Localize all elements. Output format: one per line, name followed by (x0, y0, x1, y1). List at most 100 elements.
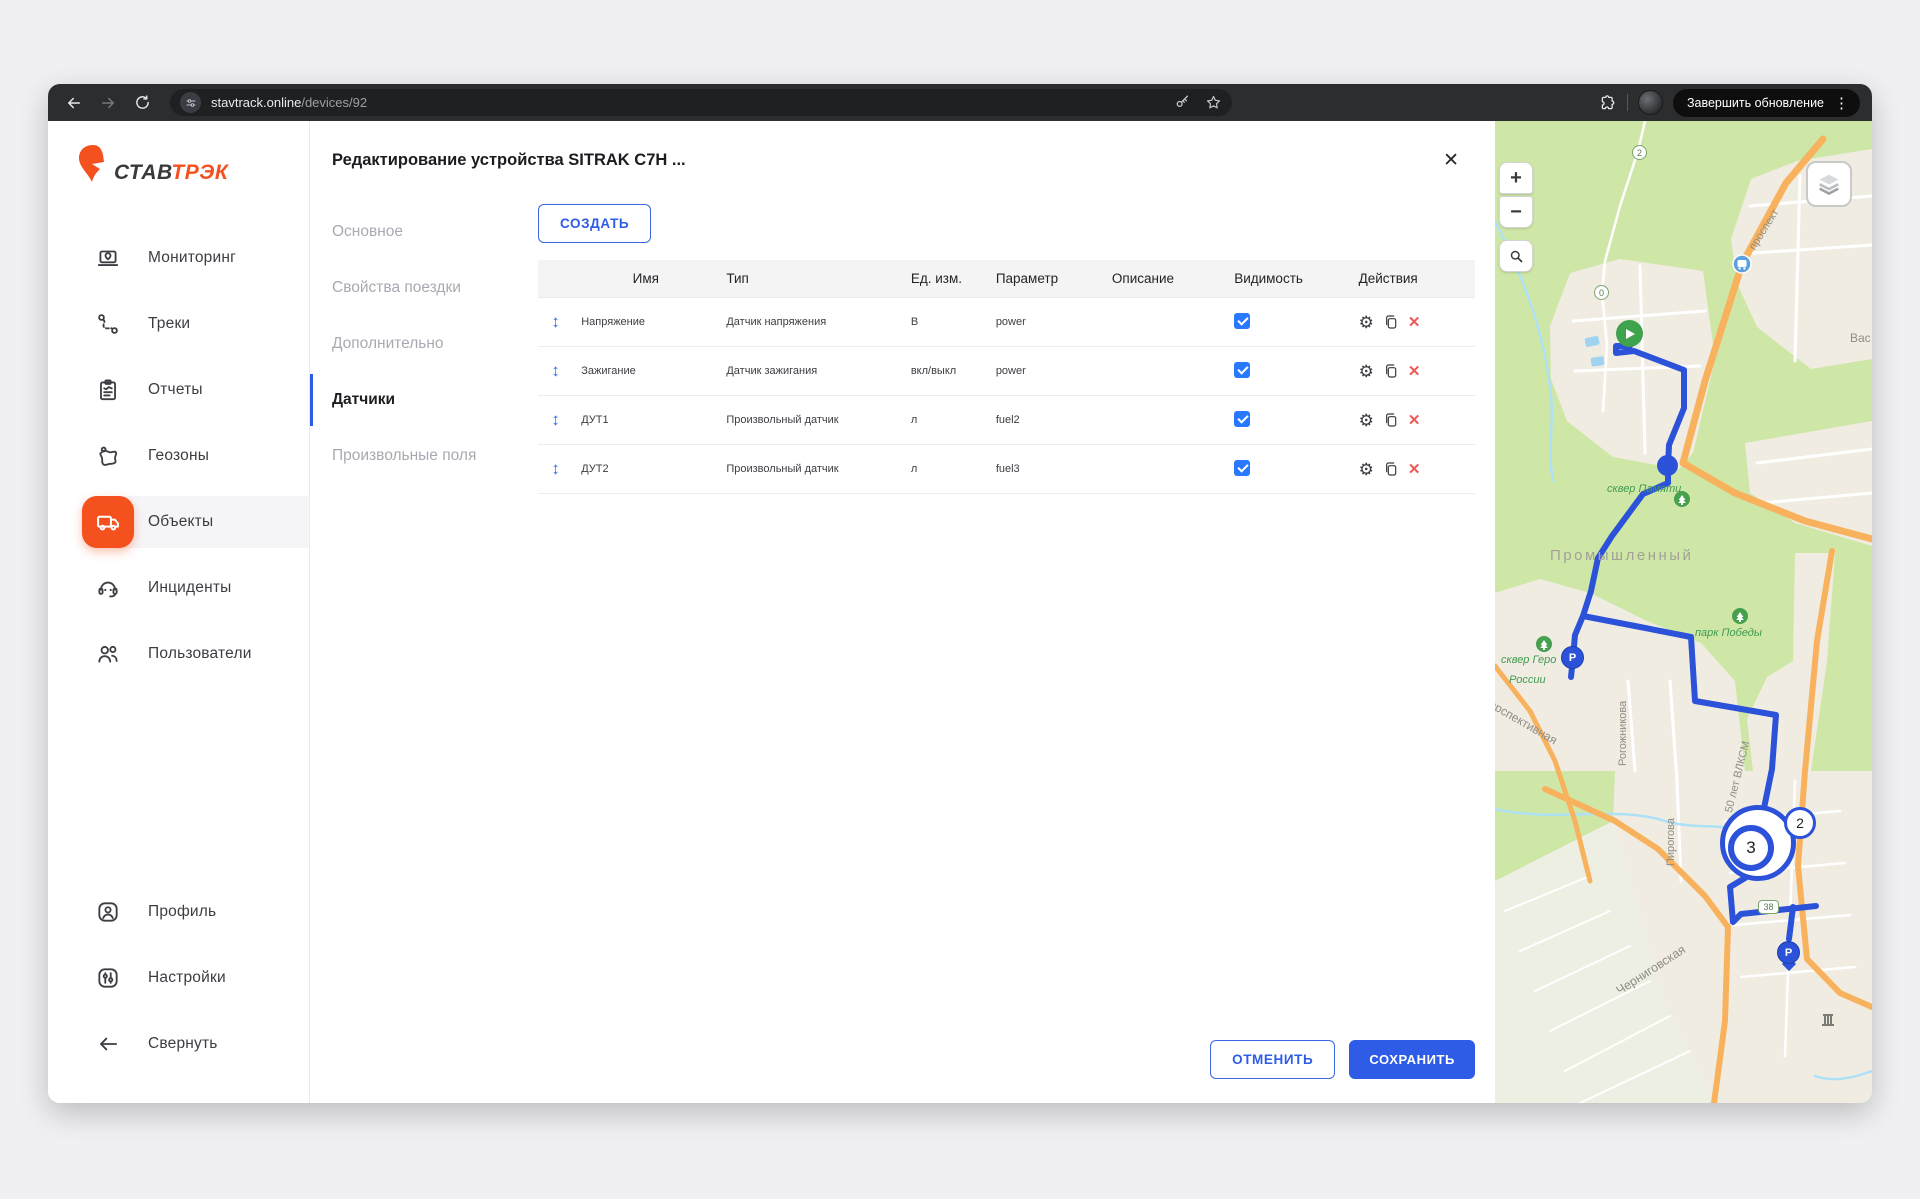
finish-update-button[interactable]: Завершить обновление ⋮ (1673, 89, 1860, 117)
passwords-key-icon[interactable] (1174, 94, 1191, 111)
save-button[interactable]: СОХРАНИТЬ (1349, 1040, 1475, 1079)
cell-name: ДУТ2 (573, 445, 718, 494)
cell-unit: В (903, 298, 988, 347)
browser-menu-icon[interactable]: ⋮ (1834, 94, 1849, 112)
cell-description (1104, 298, 1226, 347)
cluster-marker-count[interactable]: 3 (1728, 825, 1774, 871)
delete-icon[interactable]: ✕ (1408, 364, 1421, 379)
parking-marker[interactable]: P (1561, 646, 1584, 669)
copy-icon[interactable] (1383, 363, 1399, 379)
route-point-marker[interactable] (1657, 455, 1678, 476)
cell-type: Произвольный датчик (718, 396, 902, 445)
table-row: ↕ ДУТ2 Произвольный датчик л fuel3 ⚙ (538, 445, 1475, 494)
tab-sensors[interactable]: Датчики (310, 372, 538, 428)
sidebar-item-collapse[interactable]: Свернуть (48, 1011, 309, 1077)
drag-handle-icon[interactable]: ↕ (551, 361, 560, 380)
map-urban-areas (1495, 149, 1872, 1103)
sidebar-item-tracks[interactable]: Треки (48, 291, 309, 357)
map-canvas (1495, 121, 1872, 1103)
bookmark-star-icon[interactable] (1205, 94, 1222, 111)
sidebar-item-label: Треки (148, 315, 190, 333)
header-unit: Ед. изм. (903, 260, 988, 298)
sidebar-item-settings[interactable]: Настройки (48, 945, 309, 1011)
drag-handle-icon[interactable]: ↕ (551, 459, 560, 478)
logo[interactable]: СТАВТРЭК (75, 143, 309, 185)
address-bar[interactable]: stavtrack.online/devices/92 (170, 89, 1232, 116)
gear-icon[interactable]: ⚙ (1359, 412, 1374, 429)
visibility-checkbox[interactable] (1234, 411, 1250, 427)
users-icon (82, 628, 134, 680)
header-actions: Действия (1351, 260, 1475, 298)
drag-handle-icon[interactable]: ↕ (551, 312, 560, 331)
logo-part2: ТРЭК (171, 161, 228, 184)
cell-unit: л (903, 396, 988, 445)
header-name: Имя (573, 260, 718, 298)
delete-icon[interactable]: ✕ (1408, 413, 1421, 428)
device-edit-panel: Редактирование устройства SITRAK C7H ...… (310, 121, 1495, 1103)
copy-icon[interactable] (1383, 461, 1399, 477)
reload-button[interactable] (128, 89, 156, 117)
sensors-table: Имя Тип Ед. изм. Параметр Описание Видим… (538, 260, 1475, 494)
tab-trip-properties[interactable]: Свойства поездки (310, 260, 538, 316)
cell-description (1104, 347, 1226, 396)
header-type: Тип (718, 260, 902, 298)
gear-icon[interactable]: ⚙ (1359, 461, 1374, 478)
copy-icon[interactable] (1383, 314, 1399, 330)
map-panel[interactable]: сквер Памяти Промышленный парк Победы ск… (1495, 121, 1872, 1103)
visibility-checkbox[interactable] (1234, 362, 1250, 378)
extensions-icon[interactable] (1599, 94, 1617, 112)
cluster-marker-small[interactable]: 2 (1784, 807, 1816, 839)
sidebar-item-profile[interactable]: Профиль (48, 879, 309, 945)
drag-handle-icon[interactable]: ↕ (551, 410, 560, 429)
tab-main[interactable]: Основное (310, 204, 538, 260)
cell-parameter: fuel2 (988, 396, 1104, 445)
profile-avatar[interactable] (1638, 90, 1663, 115)
layers-icon (1815, 170, 1843, 198)
route-start-marker[interactable] (1616, 320, 1643, 347)
map-layers-button[interactable] (1806, 161, 1852, 207)
site-settings-icon[interactable] (180, 92, 201, 113)
geozones-icon (82, 430, 134, 482)
tab-additional[interactable]: Дополнительно (310, 316, 538, 372)
sidebar-item-label: Инциденты (148, 579, 232, 597)
sidebar-item-geozones[interactable]: Геозоны (48, 423, 309, 489)
forward-button[interactable] (94, 89, 122, 117)
cancel-button[interactable]: ОТМЕНИТЬ (1210, 1040, 1335, 1079)
delete-icon[interactable]: ✕ (1408, 315, 1421, 330)
incidents-headset-icon (82, 562, 134, 614)
gear-icon[interactable]: ⚙ (1359, 314, 1374, 331)
sidebar-item-monitoring[interactable]: Мониторинг (48, 225, 309, 291)
visibility-checkbox[interactable] (1234, 460, 1250, 476)
header-visibility: Видимость (1226, 260, 1350, 298)
delete-icon[interactable]: ✕ (1408, 462, 1421, 477)
tab-custom-fields[interactable]: Произвольные поля (310, 428, 538, 484)
dialog-header: Редактирование устройства SITRAK C7H ...… (310, 121, 1495, 170)
settings-icon (82, 952, 134, 1004)
create-button[interactable]: СОЗДАТЬ (538, 204, 651, 243)
back-button[interactable] (60, 89, 88, 117)
sidebar-item-reports[interactable]: Отчеты (48, 357, 309, 423)
map-search-button[interactable] (1499, 240, 1533, 272)
sidebar-item-incidents[interactable]: Инциденты (48, 555, 309, 621)
url-path: /devices/92 (301, 95, 367, 110)
app-root: СТАВТРЭК Мониторинг Треки (48, 121, 1872, 1103)
browser-window: stavtrack.online/devices/92 Завершить об… (48, 84, 1872, 1103)
parking-marker[interactable]: P (1777, 941, 1800, 964)
search-icon (1509, 249, 1524, 264)
sidebar-item-objects[interactable]: Объекты (48, 489, 309, 555)
objects-truck-icon (82, 496, 134, 548)
cell-type: Датчик напряжения (718, 298, 902, 347)
visibility-checkbox[interactable] (1234, 313, 1250, 329)
sidebar-item-label: Объекты (148, 513, 213, 531)
zoom-in-button[interactable]: + (1499, 162, 1533, 194)
table-header-row: Имя Тип Ед. изм. Параметр Описание Видим… (538, 260, 1475, 298)
gear-icon[interactable]: ⚙ (1359, 363, 1374, 380)
sidebar-item-label: Свернуть (148, 1035, 218, 1053)
sidebar-item-users[interactable]: Пользователи (48, 621, 309, 687)
sidebar-item-label: Профиль (148, 903, 216, 921)
collapse-arrow-icon (82, 1018, 134, 1070)
zoom-out-button[interactable]: − (1499, 196, 1533, 228)
copy-icon[interactable] (1383, 412, 1399, 428)
cell-description (1104, 396, 1226, 445)
close-icon[interactable]: ✕ (1443, 151, 1459, 170)
